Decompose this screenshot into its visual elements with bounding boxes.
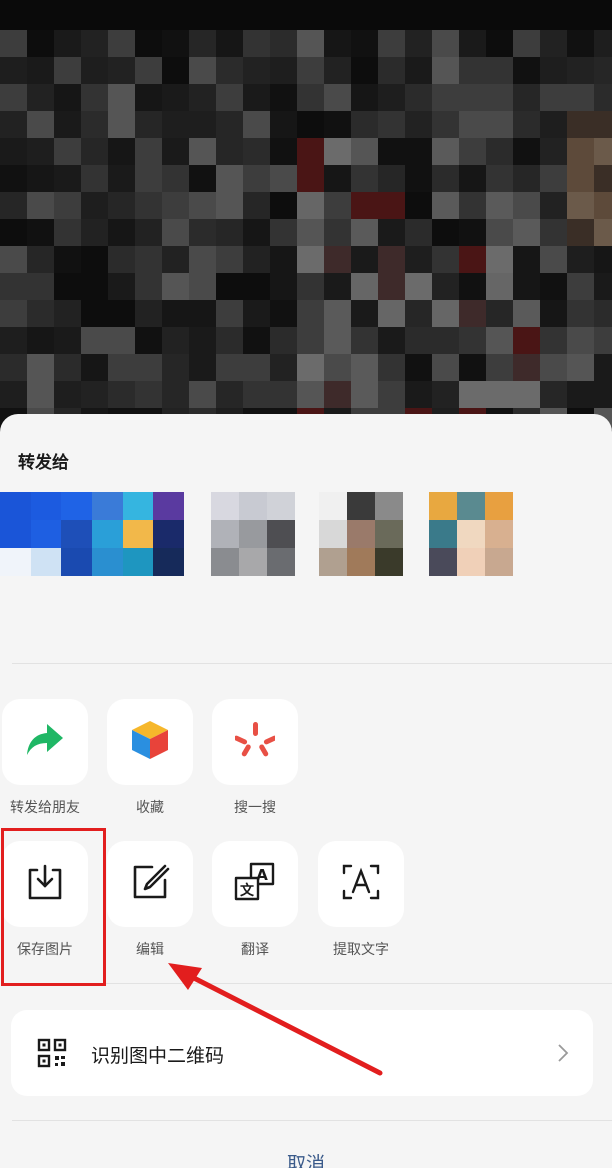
annotation-arrow bbox=[168, 963, 383, 1076]
